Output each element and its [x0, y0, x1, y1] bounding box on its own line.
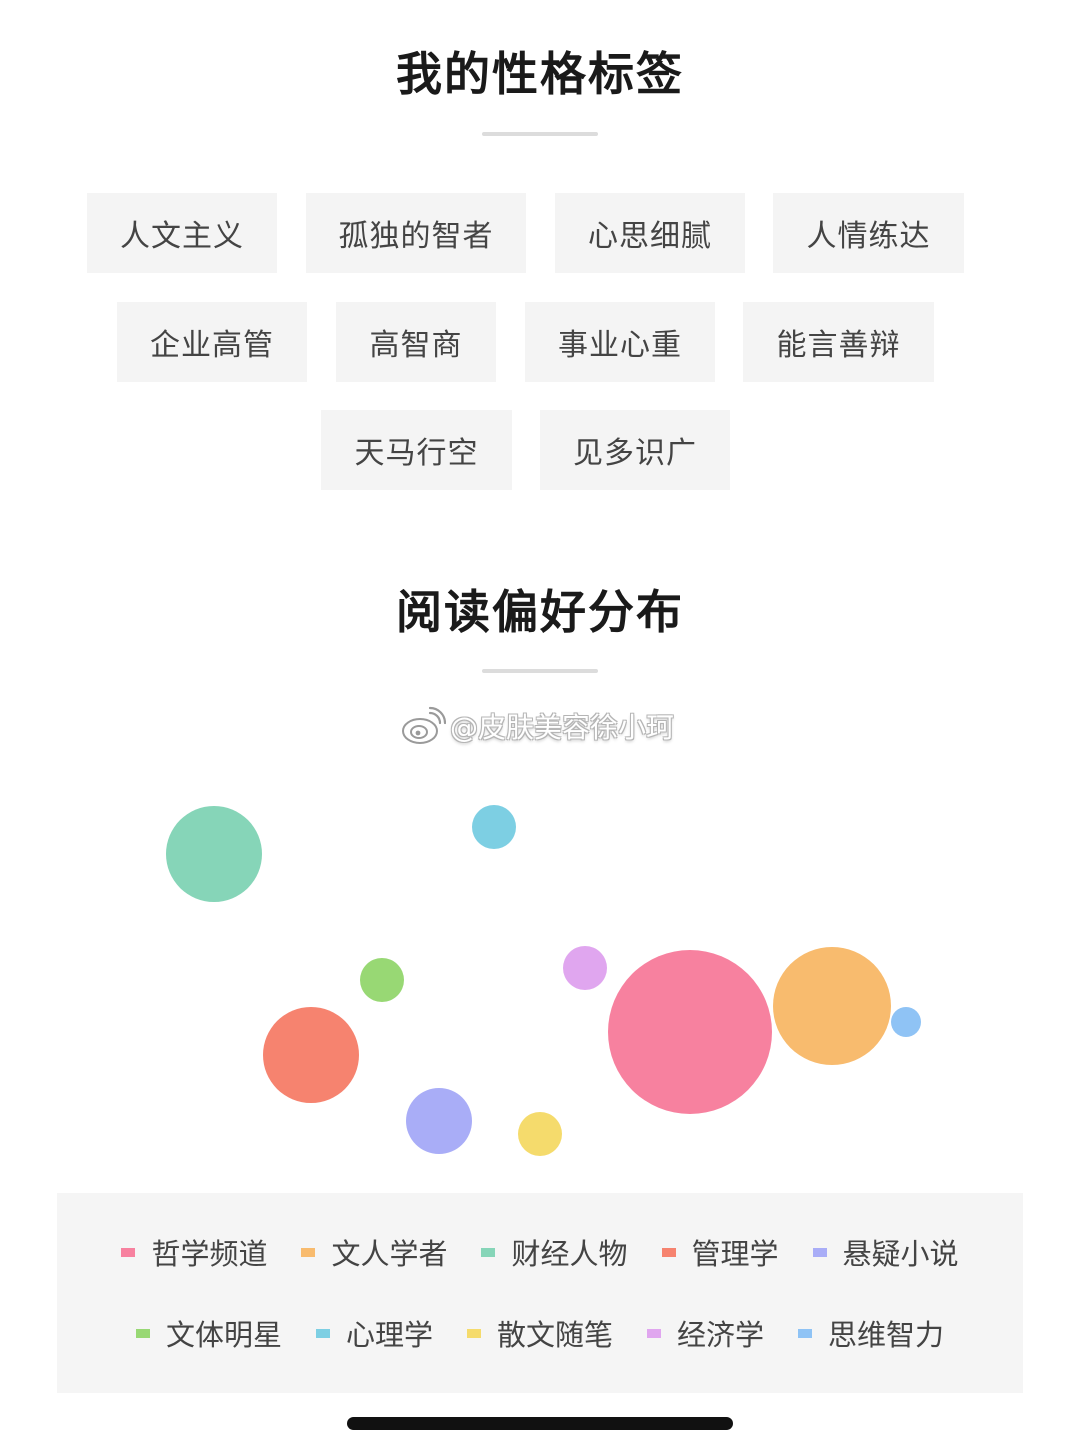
legend-label: 文人学者 [331, 1237, 448, 1271]
legend-swatch [315, 1328, 330, 1338]
chart-legend: 哲学频道 文人学者 财经人物 管理学 悬疑小说 文体明星 心理学 散文随笔 经济… [57, 1193, 1023, 1393]
watermark: @皮肤美容徐小珂 [400, 704, 674, 748]
legend-label: 文体明星 [165, 1318, 282, 1352]
legend-item-psychology[interactable]: 心理学 [315, 1312, 433, 1354]
reading-bubble-chart [166, 805, 921, 1156]
legend-swatch [466, 1328, 481, 1338]
bubble-5[interactable] [406, 1088, 472, 1154]
legend-swatch [661, 1247, 676, 1257]
legend-item-scholars[interactable]: 文人学者 [301, 1231, 447, 1273]
personality-tag[interactable]: 能言善辩 [743, 302, 934, 382]
legend-item-philosophy[interactable]: 哲学频道 [121, 1231, 267, 1273]
legend-item-sports-stars[interactable]: 文体明星 [135, 1312, 282, 1354]
bubble-9[interactable] [563, 946, 607, 990]
legend-label: 经济学 [677, 1318, 765, 1352]
personality-tag[interactable]: 人文主义 [87, 193, 277, 273]
bubble-4[interactable] [263, 1007, 359, 1103]
legend-item-essays[interactable]: 散文随笔 [466, 1312, 613, 1354]
legend-item-mystery[interactable]: 悬疑小说 [812, 1231, 959, 1273]
personality-section-title: 我的性格标签 [396, 47, 684, 101]
personality-tag[interactable]: 事业心重 [525, 302, 715, 382]
legend-swatch [798, 1328, 813, 1338]
bubble-2[interactable] [773, 947, 891, 1065]
legend-row: 哲学频道 文人学者 财经人物 管理学 悬疑小说 [57, 1231, 1023, 1273]
legend-label: 哲学频道 [151, 1237, 268, 1271]
legend-item-management[interactable]: 管理学 [661, 1231, 779, 1273]
personality-tag[interactable]: 心思细腻 [555, 193, 745, 273]
watermark-text: @皮肤美容徐小珂 [450, 711, 675, 744]
personality-tag[interactable]: 见多识广 [540, 410, 730, 490]
legend-item-thinking[interactable]: 思维智力 [798, 1312, 944, 1354]
personality-tag[interactable]: 高智商 [336, 302, 496, 382]
legend-swatch [121, 1247, 136, 1257]
bubble-10[interactable] [891, 1007, 921, 1037]
personality-tag[interactable]: 企业高管 [117, 302, 307, 382]
legend-swatch [301, 1247, 316, 1257]
bubble-7[interactable] [472, 805, 516, 849]
legend-item-finance-people[interactable]: 财经人物 [481, 1231, 628, 1273]
legend-label: 财经人物 [511, 1237, 628, 1271]
legend-label: 悬疑小说 [842, 1237, 959, 1271]
reading-title-divider [482, 669, 598, 673]
reading-section-title: 阅读偏好分布 [396, 585, 684, 639]
legend-label: 思维智力 [828, 1318, 945, 1352]
bubble-1[interactable] [608, 950, 772, 1114]
personality-tag[interactable]: 人情练达 [773, 193, 964, 273]
bubble-8[interactable] [518, 1112, 562, 1156]
legend-swatch [647, 1328, 661, 1338]
legend-label: 管理学 [691, 1237, 779, 1271]
legend-label: 心理学 [345, 1318, 433, 1352]
legend-label: 散文随笔 [496, 1318, 613, 1352]
legend-item-economics[interactable]: 经济学 [647, 1312, 764, 1354]
personality-title-divider [482, 132, 598, 136]
personality-tag[interactable]: 孤独的智者 [306, 193, 526, 273]
home-indicator[interactable] [347, 1417, 733, 1430]
weibo-icon [402, 706, 446, 744]
legend-swatch [812, 1247, 827, 1257]
personality-tag[interactable]: 天马行空 [321, 410, 512, 490]
legend-swatch [481, 1247, 496, 1257]
bubble-3[interactable] [166, 806, 262, 902]
bubble-6[interactable] [360, 958, 404, 1002]
legend-swatch [135, 1328, 150, 1338]
legend-row: 文体明星 心理学 散文随笔 经济学 思维智力 [57, 1312, 1023, 1354]
